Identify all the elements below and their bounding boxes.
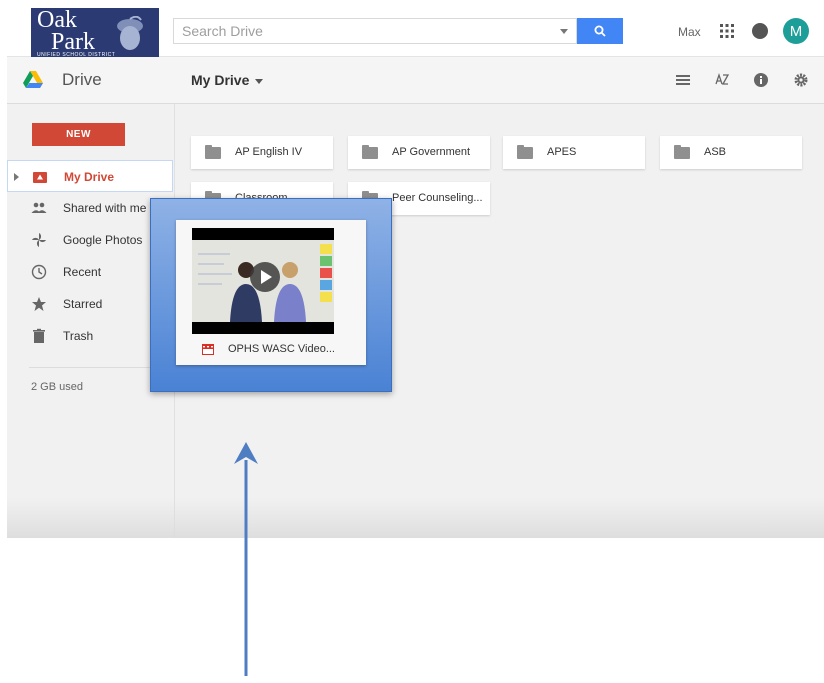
oak-park-logo[interactable]: Oak Park UNIFIED SCHOOL DISTRICT (31, 8, 159, 60)
star-icon (32, 297, 46, 311)
folder-icon (362, 145, 378, 159)
sidebar-item-label: My Drive (64, 170, 115, 184)
acorn-icon (117, 16, 143, 50)
folder-item[interactable]: APES (503, 136, 645, 169)
search-options-dropdown-icon[interactable] (560, 29, 568, 34)
folder-item[interactable]: ASB (660, 136, 802, 169)
folder-name: APES (547, 146, 577, 158)
chevron-down-icon (255, 78, 264, 84)
folder-icon (674, 145, 690, 159)
sidebar-item-label: Recent (63, 265, 102, 279)
clock-icon (31, 264, 47, 280)
bottom-fade (7, 498, 824, 538)
storage-usage[interactable]: 2 GB used (31, 381, 83, 393)
sidebar-item-recent[interactable]: Recent (7, 256, 173, 288)
folder-icon (517, 145, 533, 159)
info-icon[interactable] (753, 72, 769, 88)
folder-icon (205, 145, 221, 159)
notifications-icon[interactable] (752, 23, 768, 39)
trash-icon (33, 328, 45, 343)
arrow-up-icon (234, 442, 258, 676)
sidebar-item-trash[interactable]: Trash (7, 320, 173, 352)
sidebar-item-label: Starred (63, 297, 103, 311)
video-thumbnail[interactable] (192, 228, 334, 334)
settings-icon[interactable] (793, 72, 809, 88)
sidebar-item-shared-with-me[interactable]: Shared with me (7, 192, 173, 224)
sidebar-item-label: Shared with me (63, 201, 147, 215)
drive-window: Oak Park UNIFIED SCHOOL DISTRICT Max (7, 8, 824, 538)
breadcrumb-my-drive: My Drive (191, 72, 250, 88)
apps-grid-icon[interactable] (719, 23, 735, 39)
google-drive-logo-icon (23, 71, 43, 88)
search-input[interactable] (174, 19, 550, 43)
my-drive-icon (33, 172, 47, 183)
top-bar: Oak Park UNIFIED SCHOOL DISTRICT Max (7, 8, 824, 60)
folder-item[interactable]: AP Government (348, 136, 490, 169)
people-icon (31, 202, 47, 213)
video-file-icon (202, 344, 214, 355)
breadcrumb[interactable]: My Drive (191, 72, 264, 88)
user-name[interactable]: Max (678, 25, 701, 39)
search-icon (594, 25, 606, 37)
expand-caret-icon[interactable] (14, 173, 19, 181)
search-box (173, 18, 577, 44)
play-icon[interactable] (250, 262, 280, 292)
video-file-card[interactable]: OPHS WASC Video... (176, 220, 366, 365)
sidebar-item-starred[interactable]: Starred (7, 288, 173, 320)
sidebar-item-label: Trash (63, 329, 94, 343)
avatar[interactable]: M (783, 18, 809, 44)
sidebar-item-google-photos[interactable]: Google Photos (7, 224, 173, 256)
drive-toolbar: Drive My Drive (7, 57, 824, 104)
folder-name: AP Government (392, 146, 471, 158)
folder-name: Peer Counseling... (392, 192, 483, 204)
sort-az-icon[interactable] (714, 72, 730, 88)
folder-name: AP English IV (235, 146, 303, 158)
sidebar-item-label: Google Photos (63, 233, 143, 247)
app-title[interactable]: Drive (62, 70, 102, 90)
new-button[interactable]: NEW (32, 123, 125, 146)
sidebar-item-my-drive[interactable]: My Drive (7, 160, 173, 192)
list-view-icon[interactable] (675, 72, 691, 88)
photos-pinwheel-icon (32, 233, 46, 247)
folder-item[interactable]: AP English IV (191, 136, 333, 169)
search-button[interactable] (577, 18, 623, 44)
video-file-name: OPHS WASC Video... (228, 343, 335, 355)
folder-name: ASB (704, 146, 727, 158)
